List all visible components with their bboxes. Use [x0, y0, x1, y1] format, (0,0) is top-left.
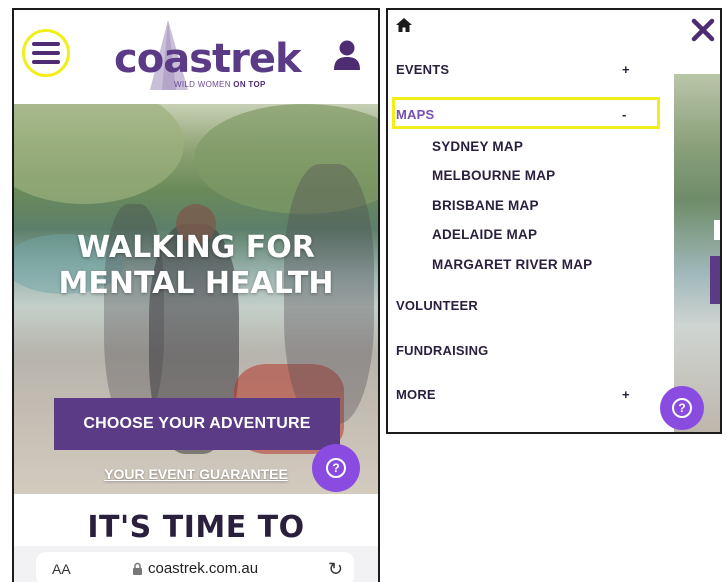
menu-item-events[interactable]: EVENTS: [396, 62, 449, 77]
home-icon[interactable]: [396, 18, 412, 32]
help-icon: ?: [672, 398, 692, 418]
hamburger-menu-icon[interactable]: [22, 29, 70, 77]
section-heading: IT'S TIME TO: [87, 510, 305, 545]
background-page-button: [710, 256, 720, 304]
menu-item-volunteer[interactable]: VOLUNTEER: [396, 298, 478, 313]
events-expand-toggle[interactable]: +: [622, 62, 630, 77]
submenu-item-adelaide-map[interactable]: ADELAIDE MAP: [432, 227, 537, 242]
logo-wordmark: coastrek: [114, 36, 302, 82]
homepage-screen: coastrek WILD WOMEN ON TOP WALKING FOR M…: [12, 8, 380, 582]
screenshot-canvas: coastrek WILD WOMEN ON TOP WALKING FOR M…: [0, 0, 727, 582]
submenu-item-brisbane-map[interactable]: BRISBANE MAP: [432, 198, 539, 213]
navigation-menu: EVENTS + MAPS - SYDNEY MAP MELBOURNE MAP…: [388, 10, 674, 432]
hero-photo-foliage: [14, 104, 184, 204]
lock-icon: [133, 562, 142, 575]
browser-address-bar: AA coastrek.com.au ↻: [14, 546, 378, 582]
more-expand-toggle[interactable]: +: [622, 387, 630, 402]
help-icon: ?: [326, 458, 346, 478]
hero-title: WALKING FOR MENTAL HEALTH: [58, 230, 334, 301]
background-page-peek-mark: [714, 220, 720, 240]
menu-item-more[interactable]: MORE: [396, 387, 436, 402]
reload-icon[interactable]: ↻: [328, 559, 343, 580]
maps-collapse-toggle[interactable]: -: [622, 107, 626, 122]
submenu-item-sydney-map[interactable]: SYDNEY MAP: [432, 139, 523, 154]
site-header: coastrek WILD WOMEN ON TOP: [14, 10, 378, 104]
coastrek-logo[interactable]: coastrek WILD WOMEN ON TOP: [110, 16, 302, 98]
menu-item-maps[interactable]: MAPS: [396, 107, 434, 122]
hero-banner: WALKING FOR MENTAL HEALTH CHOOSE YOUR AD…: [14, 104, 378, 494]
menu-screen: EVENTS + MAPS - SYDNEY MAP MELBOURNE MAP…: [386, 8, 722, 434]
background-page-peek: [674, 74, 720, 432]
close-icon[interactable]: [688, 15, 718, 45]
text-size-button[interactable]: AA: [52, 561, 71, 577]
help-button[interactable]: ?: [312, 444, 360, 492]
help-button[interactable]: ?: [660, 386, 704, 430]
submenu-item-margaret-river-map[interactable]: MARGARET RIVER MAP: [432, 257, 592, 272]
logo-tagline: WILD WOMEN ON TOP: [174, 80, 266, 89]
user-icon[interactable]: [333, 39, 361, 71]
url-field[interactable]: AA coastrek.com.au ↻: [36, 552, 354, 582]
menu-item-fundraising[interactable]: FUNDRAISING: [396, 343, 488, 358]
submenu-item-melbourne-map[interactable]: MELBOURNE MAP: [432, 168, 555, 183]
choose-adventure-button[interactable]: CHOOSE YOUR ADVENTURE: [54, 398, 340, 450]
url-text: coastrek.com.au: [148, 560, 259, 577]
